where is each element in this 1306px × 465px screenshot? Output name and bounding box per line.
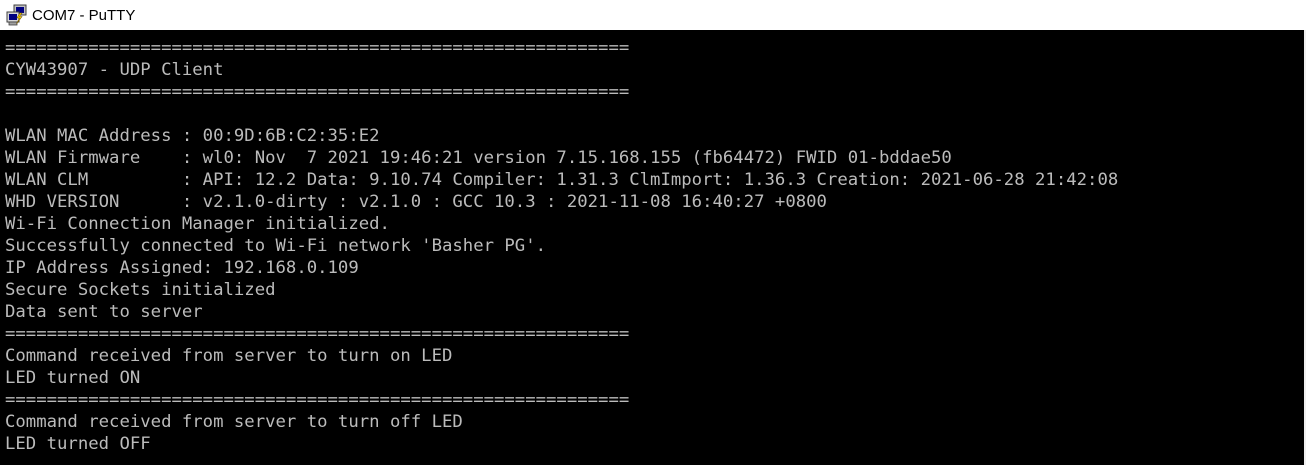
title-bar[interactable]: COM7 - PuTTY [0, 0, 1306, 30]
terminal-line: Wi-Fi Connection Manager initialized. [5, 214, 390, 234]
putty-window: COM7 - PuTTY ===========================… [0, 0, 1306, 465]
terminal-line: Command received from server to turn on … [5, 346, 453, 366]
terminal-output: ========================================… [5, 37, 1118, 455]
terminal-line: LED turned ON [5, 368, 141, 388]
terminal-line: Data sent to server [5, 302, 203, 322]
terminal-line: WHD VERSION : v2.1.0-dirty : v2.1.0 : GC… [5, 192, 827, 212]
terminal-line: ========================================… [5, 390, 630, 410]
putty-terminal-icon[interactable] [6, 4, 28, 26]
terminal-line: ========================================… [5, 82, 630, 102]
terminal-line: WLAN CLM : API: 12.2 Data: 9.10.74 Compi… [5, 170, 1119, 190]
terminal-line: Command received from server to turn off… [5, 412, 463, 432]
terminal-line: WLAN MAC Address : 00:9D:6B:C2:35:E2 [5, 126, 380, 146]
terminal-line: LED turned OFF [5, 434, 151, 454]
terminal-line: ========================================… [5, 38, 630, 58]
terminal-line: WLAN Firmware : wl0: Nov 7 2021 19:46:21… [5, 148, 952, 168]
window-title: COM7 - PuTTY [32, 6, 136, 24]
terminal-line: Successfully connected to Wi-Fi network … [5, 236, 547, 256]
terminal-line: Secure Sockets initialized [5, 280, 276, 300]
terminal-screen[interactable]: ========================================… [0, 30, 1306, 465]
terminal-line: ========================================… [5, 324, 630, 344]
terminal-line: CYW43907 - UDP Client [5, 60, 224, 80]
terminal-line: IP Address Assigned: 192.168.0.109 [5, 258, 359, 278]
